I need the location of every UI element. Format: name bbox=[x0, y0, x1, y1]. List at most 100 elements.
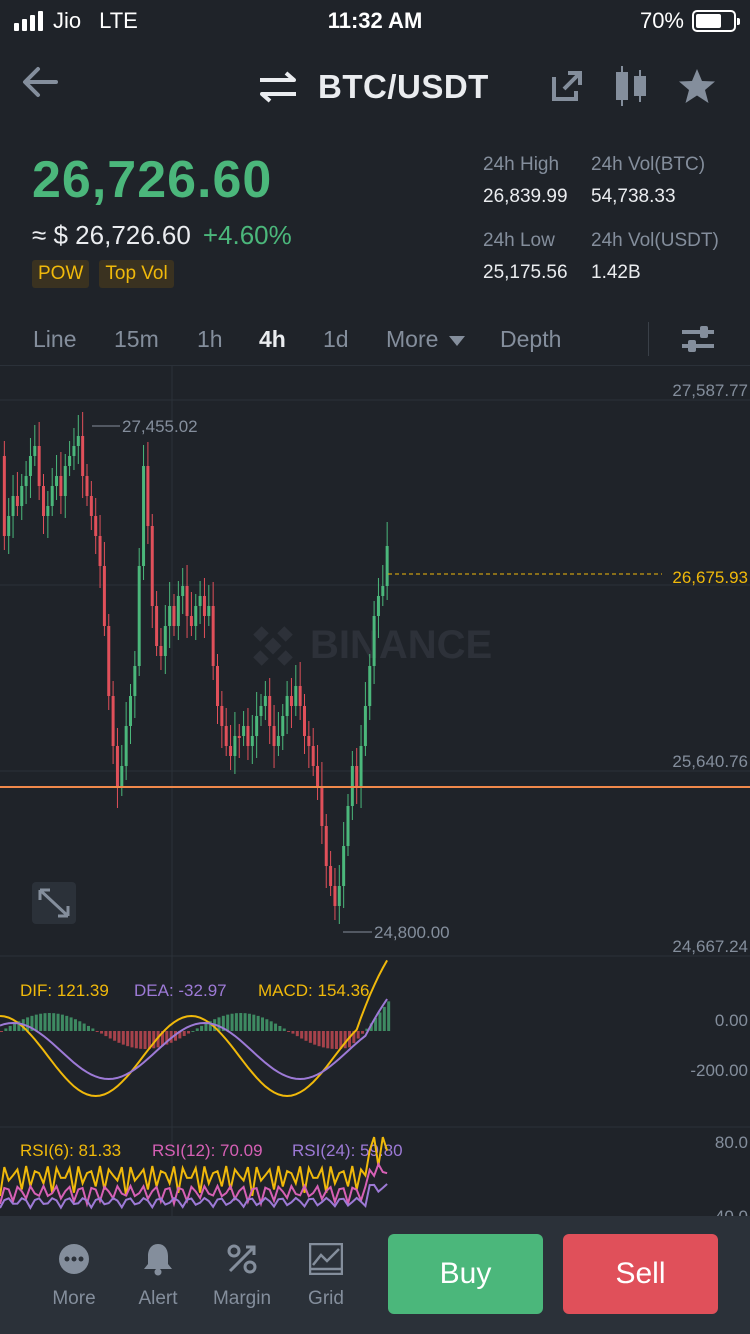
macd-bar bbox=[34, 1014, 38, 1031]
nav-margin[interactable]: Margin bbox=[202, 1240, 282, 1310]
tab-4h[interactable]: 4h bbox=[259, 326, 286, 353]
candle-body bbox=[68, 456, 72, 466]
vol-usdt-label: 24h Vol(USDT) bbox=[591, 230, 719, 251]
macd-axis-1: -200.00 bbox=[690, 1061, 748, 1080]
buy-button[interactable]: Buy bbox=[388, 1234, 543, 1314]
macd-bar bbox=[113, 1031, 117, 1041]
tab-1h[interactable]: 1h bbox=[197, 326, 223, 353]
battery-percent: 70% bbox=[639, 8, 684, 33]
candle-body bbox=[298, 686, 302, 706]
macd-bar bbox=[13, 1023, 17, 1031]
macd-bar bbox=[243, 1013, 247, 1031]
candle-body bbox=[137, 566, 141, 666]
macd-bar bbox=[117, 1031, 121, 1043]
candle-body bbox=[46, 506, 50, 516]
macd-bar bbox=[308, 1031, 312, 1043]
candle-body bbox=[20, 486, 24, 506]
candle-body bbox=[307, 736, 311, 746]
nav-more[interactable]: More bbox=[34, 1240, 114, 1310]
macd-bar bbox=[291, 1031, 295, 1034]
tab-divider bbox=[648, 322, 649, 356]
back-button[interactable] bbox=[20, 64, 60, 105]
candle-body bbox=[94, 516, 98, 536]
kline-chart[interactable]: BINANCE 27,587.77 26,675.93 25,640.76 24… bbox=[0, 366, 750, 1226]
macd-bar bbox=[100, 1031, 104, 1034]
candlestick-icon[interactable] bbox=[614, 66, 648, 106]
tab-1d[interactable]: 1d bbox=[323, 326, 349, 353]
candle-body bbox=[316, 766, 320, 786]
settings-sliders-icon[interactable] bbox=[682, 324, 714, 354]
candle-body bbox=[333, 886, 337, 906]
macd-bar bbox=[121, 1031, 125, 1045]
tab-line[interactable]: Line bbox=[33, 326, 76, 353]
bottom-bar: More Alert Margin Grid Buy Sell bbox=[0, 1216, 750, 1334]
candle-body bbox=[359, 746, 363, 786]
nav-grid[interactable]: Grid bbox=[286, 1240, 366, 1310]
macd-bar bbox=[204, 1023, 208, 1031]
candle-body bbox=[194, 606, 198, 626]
tag-top-vol[interactable]: Top Vol bbox=[99, 260, 174, 288]
tab-depth[interactable]: Depth bbox=[500, 326, 561, 353]
macd-bar bbox=[330, 1031, 334, 1049]
tag-pow[interactable]: POW bbox=[32, 260, 90, 288]
candle-body bbox=[28, 456, 32, 476]
candle-body bbox=[263, 696, 267, 706]
macd-bar bbox=[282, 1028, 286, 1031]
macd-bar bbox=[69, 1017, 73, 1031]
candle-body bbox=[107, 626, 111, 696]
candle-body bbox=[376, 596, 380, 616]
candle-body bbox=[172, 606, 176, 626]
nav-alert[interactable]: Alert bbox=[118, 1240, 198, 1310]
candle-body bbox=[150, 526, 154, 606]
macd-bar bbox=[304, 1031, 308, 1041]
macd-bar bbox=[60, 1014, 64, 1031]
status-bar: Jio LTE 11:32 AM 70% bbox=[0, 0, 750, 44]
tab-15m[interactable]: 15m bbox=[114, 326, 159, 353]
pair-selector[interactable]: BTC/USDT bbox=[258, 68, 489, 106]
macd-bar bbox=[200, 1025, 204, 1031]
tab-more[interactable]: More bbox=[386, 326, 465, 353]
macd-bar bbox=[134, 1031, 138, 1049]
rsi-axis-2: 40.0 bbox=[715, 1207, 748, 1216]
rsi-6: RSI(6): 81.33 bbox=[20, 1141, 121, 1160]
min-price-label: 24,800.00 bbox=[374, 923, 450, 942]
share-icon[interactable] bbox=[550, 69, 584, 103]
vol-usdt-value: 1.42B bbox=[591, 262, 641, 283]
candle-body bbox=[24, 476, 28, 486]
y-label-current: 26,675.93 bbox=[672, 568, 748, 587]
candle-body bbox=[59, 476, 63, 496]
bell-icon bbox=[144, 1244, 172, 1276]
candle-body bbox=[189, 616, 193, 626]
candle-body bbox=[385, 546, 389, 586]
candle-body bbox=[337, 886, 341, 906]
low-value: 25,175.56 bbox=[483, 262, 568, 283]
candle-body bbox=[33, 446, 37, 456]
candle-body bbox=[85, 476, 89, 496]
candle-body bbox=[133, 666, 137, 696]
candle-body bbox=[120, 766, 124, 786]
macd-bar bbox=[252, 1014, 256, 1031]
macd-bar bbox=[317, 1031, 321, 1047]
candle-body bbox=[281, 716, 285, 736]
candle-body bbox=[102, 566, 106, 626]
candle-body bbox=[142, 466, 146, 566]
macd-bar bbox=[52, 1013, 56, 1031]
candle-body bbox=[50, 486, 54, 506]
sell-button[interactable]: Sell bbox=[563, 1234, 718, 1314]
vol-btc-label: 24h Vol(BTC) bbox=[591, 154, 706, 175]
macd-bar bbox=[195, 1028, 199, 1031]
star-icon[interactable] bbox=[678, 68, 716, 104]
macd-bar bbox=[87, 1025, 90, 1031]
macd-bar bbox=[65, 1015, 69, 1031]
header: BTC/USDT bbox=[0, 50, 750, 120]
macd-bar bbox=[261, 1017, 264, 1031]
chart-area[interactable]: BINANCE 27,587.77 26,675.93 25,640.76 24… bbox=[0, 366, 750, 1226]
candle-body bbox=[37, 446, 41, 486]
nav-margin-label: Margin bbox=[212, 1288, 272, 1309]
macd-bar bbox=[234, 1013, 238, 1031]
macd-bar bbox=[56, 1013, 60, 1031]
candle-body bbox=[220, 706, 224, 726]
expand-button[interactable] bbox=[32, 882, 76, 924]
candle-body bbox=[159, 646, 163, 656]
candle-series bbox=[2, 412, 389, 924]
